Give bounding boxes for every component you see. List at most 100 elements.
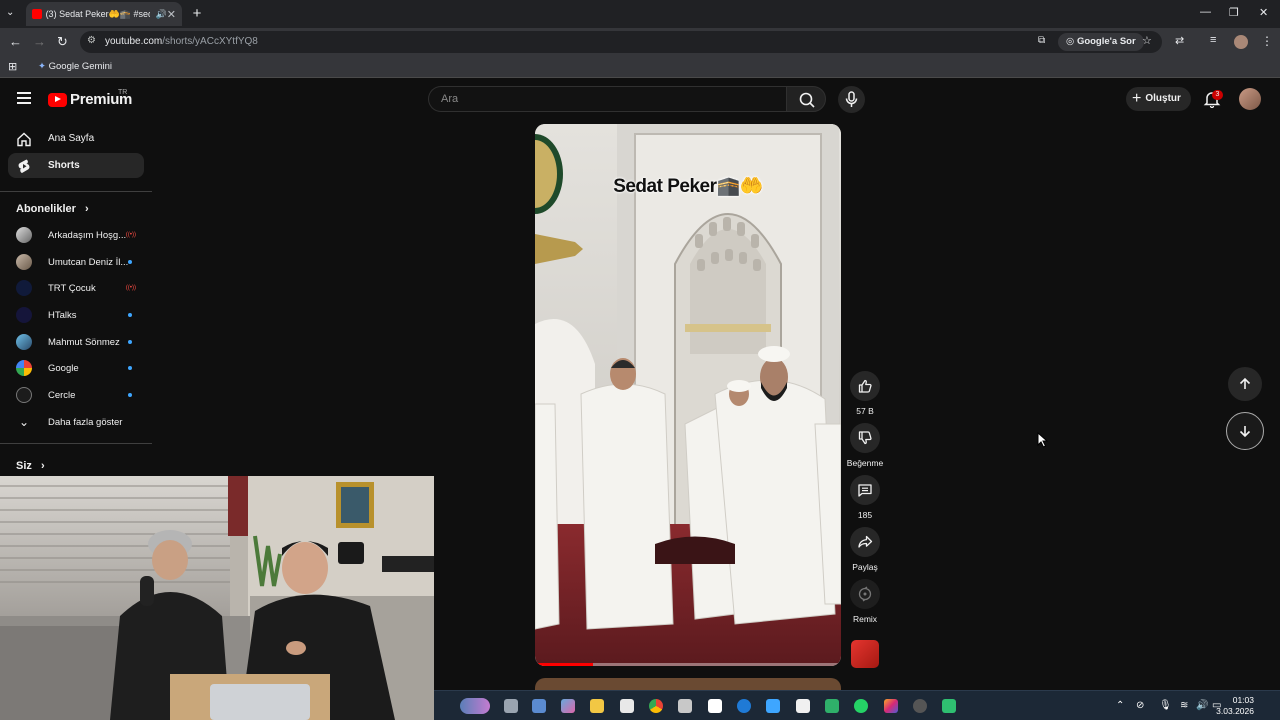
tray-mic-icon[interactable]: 🎙 [1159, 700, 1172, 711]
account-avatar[interactable] [1239, 88, 1261, 110]
store-icon[interactable] [620, 699, 634, 713]
cloud-icon[interactable] [766, 699, 780, 713]
subscription-item[interactable]: Arkadaşım Hoşg... ((•)) [16, 225, 140, 245]
translate-icon[interactable]: ⇄ [1175, 34, 1184, 47]
show-more-button[interactable]: ⌄ Daha fazla göster [16, 412, 140, 432]
system-clock[interactable]: 01:03 3.03.2026 [1216, 695, 1254, 717]
sidebar-item-shorts[interactable]: Shorts [8, 153, 144, 178]
minimize-button[interactable]: — [1200, 6, 1211, 18]
app-icon[interactable] [942, 699, 956, 713]
address-bar[interactable]: ⚙ youtube.com/shorts/yACcXYtfYQ8 ⧉ ◎ Goo… [80, 31, 1162, 53]
copilot-icon[interactable] [561, 699, 575, 713]
sidebar-item-label: Shorts [48, 160, 80, 171]
next-short-preview[interactable] [535, 678, 841, 690]
create-button[interactable]: + Oluştur [1126, 87, 1191, 111]
chevron-right-icon: › [84, 203, 89, 215]
notification-count-badge: 3 [1212, 90, 1223, 100]
subscription-item[interactable]: HTalks [16, 305, 140, 325]
tray-chevron-icon[interactable]: ⌃ [1116, 700, 1124, 711]
comments-button[interactable]: 185 [849, 475, 881, 520]
bookmark-gemini[interactable]: ✦ Google Gemini [38, 61, 112, 72]
instagram-icon[interactable] [884, 699, 898, 713]
task-view-icon[interactable] [504, 699, 518, 713]
subscription-item[interactable]: Google [16, 358, 140, 378]
new-content-dot [128, 393, 132, 397]
channel-avatar [16, 227, 32, 243]
calculator-icon[interactable] [532, 699, 546, 713]
close-window-button[interactable]: ✕ [1259, 6, 1268, 19]
apps-grid-icon[interactable]: ⊞ [8, 60, 17, 73]
tab-close-icon[interactable]: ✕ [167, 8, 176, 21]
mail-icon[interactable] [678, 699, 692, 713]
video-progress-bar[interactable] [535, 663, 841, 666]
video-frame [535, 124, 841, 666]
channel-name: Google [48, 362, 79, 374]
dislike-button[interactable]: Beğenme [845, 423, 885, 468]
search-button[interactable] [786, 86, 826, 112]
chevron-down-icon: ⌄ [18, 415, 30, 429]
new-content-dot [128, 366, 132, 370]
ask-google-button[interactable]: ◎ Google'a Sor [1058, 33, 1144, 51]
app-icon[interactable] [796, 699, 810, 713]
voice-search-button[interactable] [838, 86, 865, 113]
search-input[interactable]: Ara [428, 86, 786, 112]
new-content-dot [128, 260, 132, 264]
media-control-icon[interactable]: ≡ [1210, 34, 1216, 46]
menu-icon[interactable] [17, 92, 31, 104]
sidebar-divider [0, 443, 152, 444]
share-button[interactable]: Paylaş [849, 527, 881, 572]
sound-thumbnail[interactable] [851, 640, 879, 668]
create-label: Oluştur [1145, 93, 1181, 104]
subscriptions-title-label: Abonelikler [16, 203, 76, 215]
next-short-button[interactable] [1226, 412, 1264, 450]
arrow-down-icon [1239, 426, 1251, 438]
new-tab-button[interactable]: + [188, 5, 206, 23]
site-info-icon[interactable]: ⚙ [87, 35, 96, 46]
edge-icon[interactable] [737, 699, 751, 713]
bookmark-star-icon[interactable]: ☆ [1142, 34, 1152, 47]
back-icon[interactable]: ← [9, 34, 22, 49]
sidebar-item-home[interactable]: Ana Sayfa [8, 126, 144, 151]
lens-icon: ◎ [1066, 36, 1077, 47]
shorts-video-player[interactable]: Sedat Peker🕋🤲 [535, 124, 841, 666]
profile-avatar[interactable] [1234, 35, 1248, 49]
restore-button[interactable]: ❐ [1229, 6, 1239, 19]
install-app-icon[interactable]: ⧉ [1038, 35, 1045, 46]
bookmarks-bar: ⊞ ✦ Google Gemini [0, 56, 1280, 78]
channel-name: Umutcan Deniz İl... [48, 256, 128, 268]
video-progress-fill [535, 663, 594, 666]
tray-network-icon[interactable]: ⊘ [1136, 700, 1144, 711]
reload-icon[interactable]: ↻ [57, 34, 68, 50]
file-explorer-icon[interactable] [590, 699, 604, 713]
wifi-icon[interactable]: ≋ [1180, 700, 1188, 711]
subscription-item[interactable]: Mahmut Sönmez [16, 332, 140, 352]
you-section-title[interactable]: Siz › [16, 460, 45, 472]
subscription-item[interactable]: TRT Çocuk ((•)) [16, 278, 140, 298]
youtube-logo[interactable]: Premium TR [48, 89, 132, 108]
widgets-icon[interactable] [460, 698, 490, 714]
url-path: /shorts/yACcXYtfYQ8 [162, 36, 258, 47]
new-content-dot [128, 313, 132, 317]
subscriptions-title[interactable]: Abonelikler › [16, 203, 89, 215]
forward-icon[interactable]: → [33, 34, 46, 49]
volume-icon[interactable]: 🔊 [1196, 700, 1208, 711]
like-button[interactable]: 57 B [849, 371, 881, 416]
like-count: 57 B [856, 406, 874, 416]
subscription-item[interactable]: Umutcan Deniz İl... [16, 252, 140, 272]
subscription-item[interactable]: Cercle [16, 385, 140, 405]
app-icon[interactable] [913, 699, 927, 713]
speaker-icon[interactable]: 🔊 [156, 9, 167, 20]
whatsapp-icon[interactable] [854, 699, 868, 713]
app-icon[interactable] [825, 699, 839, 713]
remix-label: Remix [852, 614, 878, 624]
tab-search-icon[interactable]: ⌄ [6, 7, 14, 18]
browser-menu-icon[interactable]: ⋮ [1261, 34, 1273, 48]
logo-region: TR [118, 89, 128, 96]
browser-tab[interactable]: (3) Sedat Peker🤲🕋 #sedat 🔊 ✕ [26, 2, 182, 26]
previous-short-button[interactable] [1228, 367, 1262, 401]
search-placeholder: Ara [441, 93, 459, 105]
live-indicator-icon: ((•)) [125, 285, 136, 291]
chrome-icon[interactable] [649, 699, 663, 713]
remix-button[interactable]: Remix [849, 579, 881, 624]
capcut-icon[interactable] [708, 699, 722, 713]
